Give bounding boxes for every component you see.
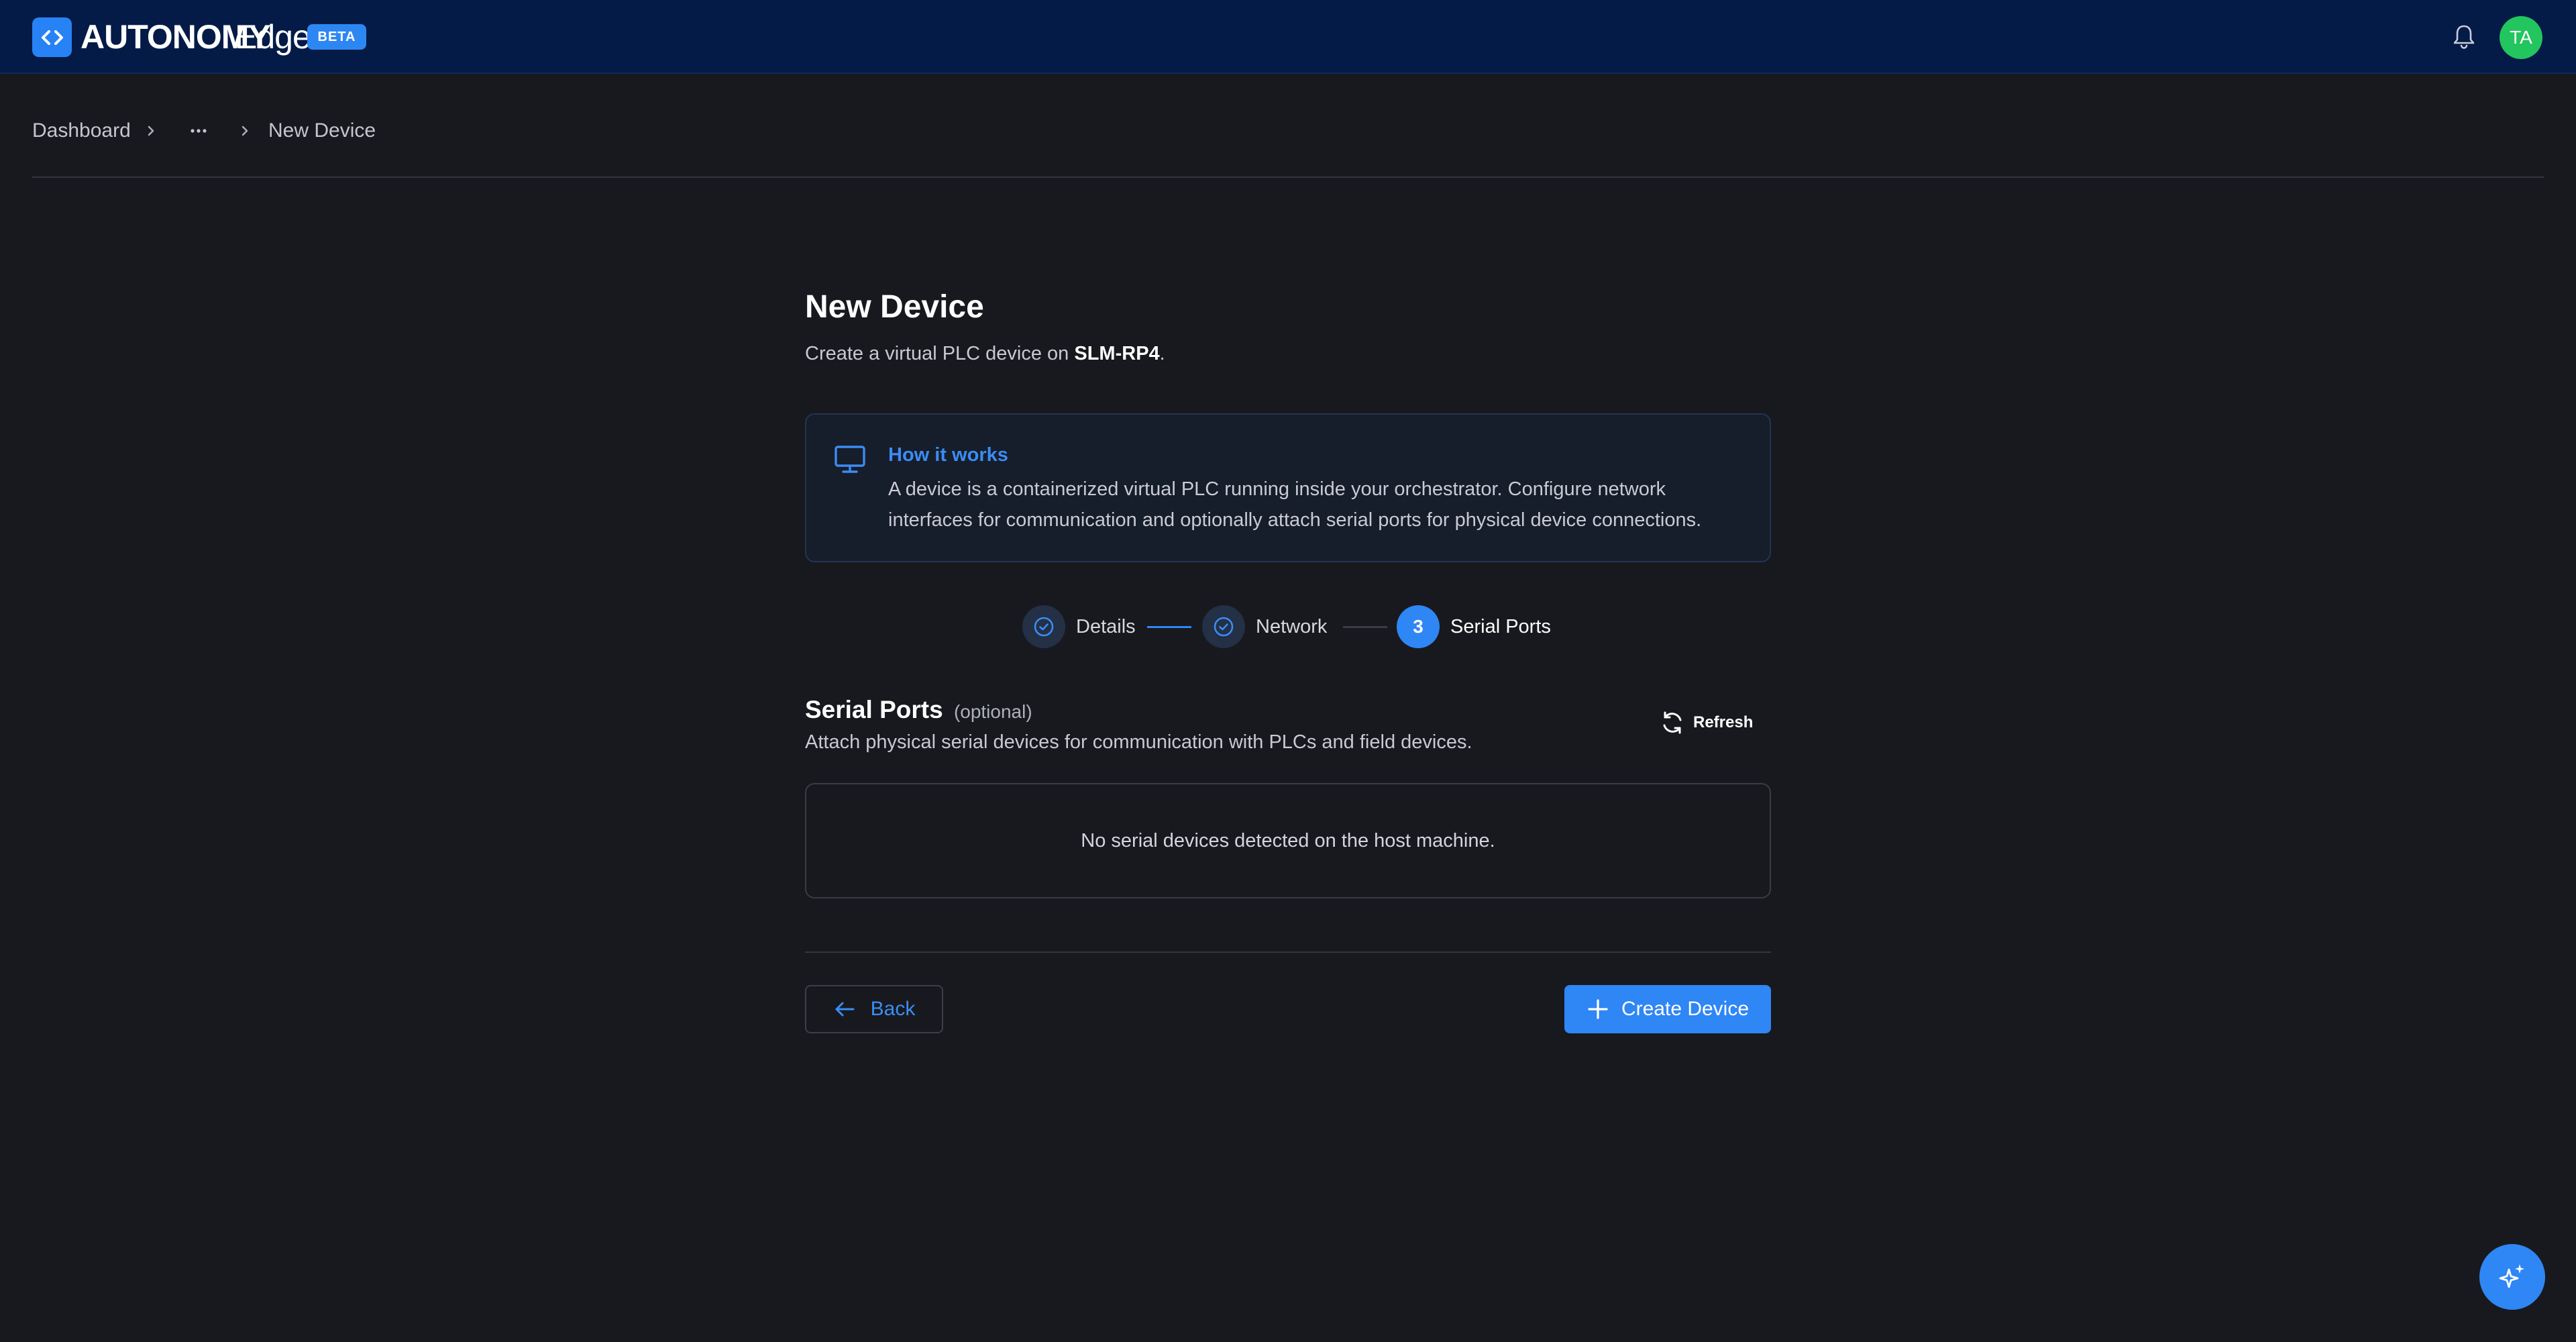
sparkles-icon [2499,1264,2524,1288]
chevron-right-icon [235,121,255,141]
empty-state-message: No serial devices detected on the host m… [1081,829,1495,851]
brand-product: Edge [235,18,311,56]
breadcrumb-dashboard-link[interactable]: Dashboard [32,115,131,146]
page-subtitle: Create a virtual PLC device on SLM-RP4. [805,340,1165,367]
step-details-label[interactable]: Details [1076,613,1136,640]
create-device-label: Create Device [1621,998,1750,1020]
logo-icon[interactable] [32,17,72,57]
breadcrumb-current: New Device [268,119,376,142]
user-avatar[interactable]: TA [2500,16,2542,59]
assistant-fab-button[interactable] [2479,1244,2545,1310]
app-root: AUTONOMY Edge BETA TA Dashboard New Devi… [0,0,2576,1342]
step-serial-ports-label[interactable]: Serial Ports [1450,613,1551,640]
refresh-icon [1663,711,1682,734]
step-connector [1343,626,1387,628]
plus-icon [1588,999,1608,1019]
breadcrumb-divider [32,176,2544,178]
serial-devices-empty-state: No serial devices detected on the host m… [805,783,1771,898]
serial-ports-heading: Serial Ports (optional) [805,693,1032,727]
monitor-icon [833,444,867,475]
back-button[interactable]: Back [805,985,943,1033]
arrow-left-icon [835,1002,855,1017]
chevron-right-icon [141,121,161,141]
step-connector [1147,626,1191,628]
create-device-button[interactable]: Create Device [1564,985,1771,1033]
host-name: SLM-RP4 [1074,343,1160,364]
optional-label: (optional) [953,701,1032,722]
refresh-label: Refresh [1693,713,1754,731]
back-label: Back [870,998,916,1020]
subtitle-prefix: Create a virtual PLC device on [805,343,1075,364]
page-title: New Device [805,289,984,325]
step-network-check-icon[interactable] [1202,605,1245,648]
info-title: How it works [888,444,1008,466]
refresh-button[interactable]: Refresh [1660,706,1764,739]
top-bar: AUTONOMY Edge BETA TA [0,0,2576,74]
serial-ports-title: Serial Ports [805,696,943,723]
footer-divider [805,951,1771,953]
step-details-check-icon[interactable] [1022,605,1065,648]
breadcrumb-more-icon[interactable] [186,121,211,141]
step-serial-ports-number[interactable]: 3 [1397,605,1440,648]
how-it-works-card: How it works A device is a containerized… [805,413,1771,562]
step-network-label[interactable]: Network [1256,613,1327,640]
beta-badge: BETA [307,24,366,50]
serial-ports-description: Attach physical serial devices for commu… [805,731,1472,753]
info-text: A device is a containerized virtual PLC … [888,478,1702,531]
notifications-bell-icon[interactable] [2447,20,2481,54]
subtitle-suffix: . [1159,343,1165,364]
